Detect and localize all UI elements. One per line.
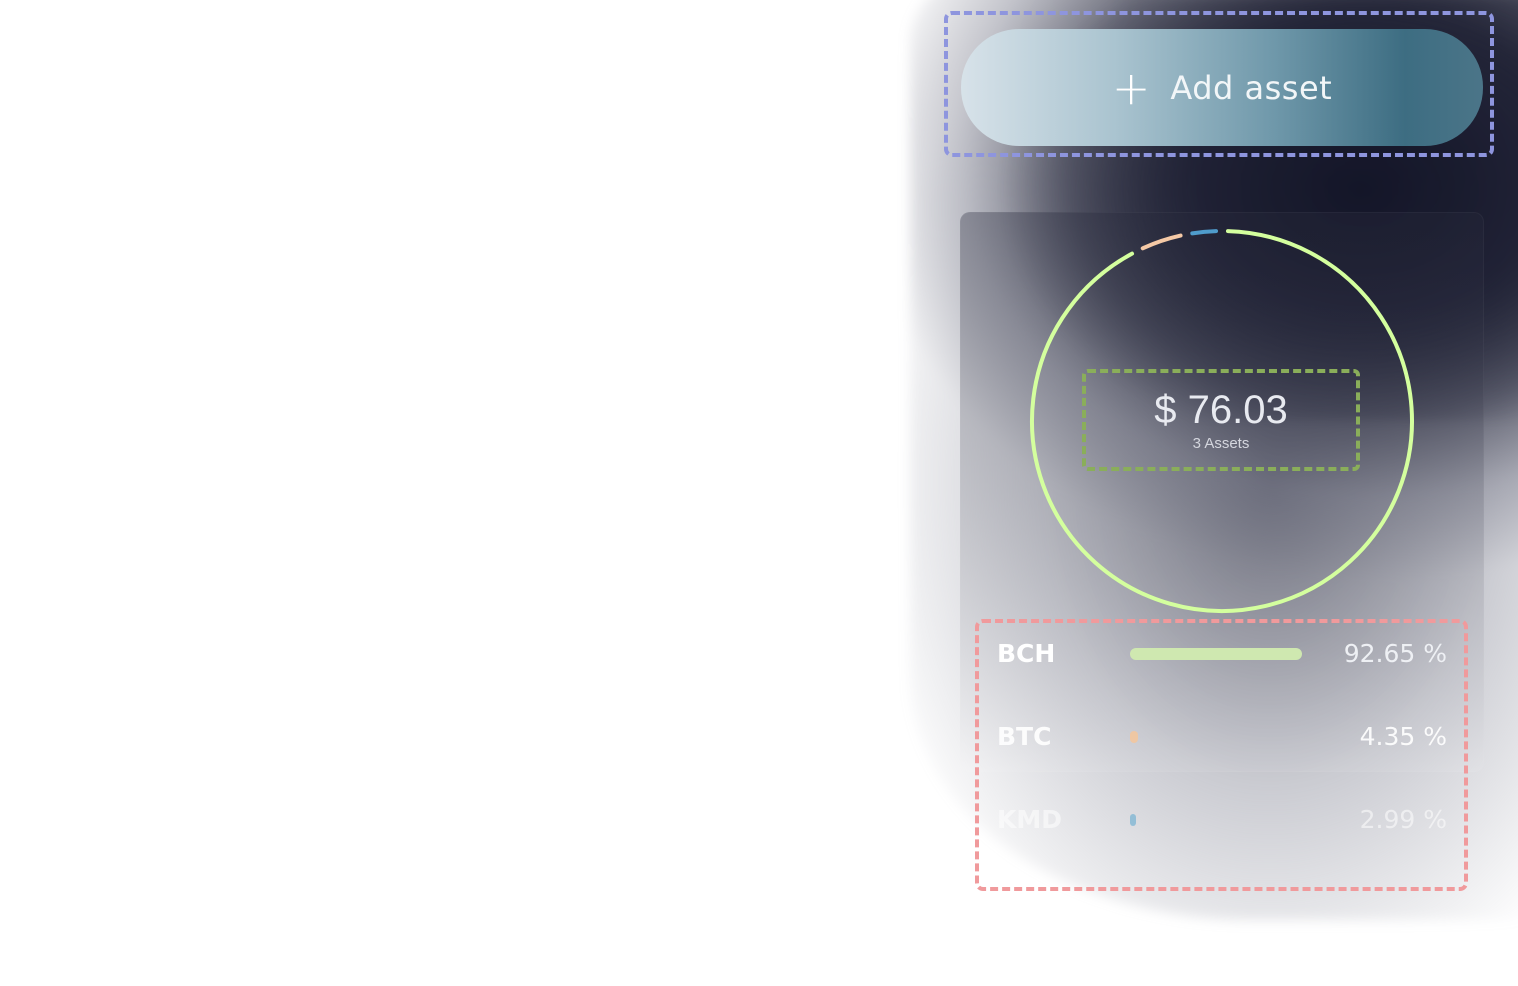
allocation-bar	[1130, 648, 1302, 660]
asset-percent: 2.99 %	[1359, 805, 1447, 834]
asset-row[interactable]: KMD 2.99 %	[997, 800, 1447, 840]
plus-icon: +	[1111, 60, 1151, 115]
asset-percent: 4.35 %	[1359, 722, 1447, 751]
total-balance: $ 76.03	[1154, 388, 1288, 432]
asset-percent: 92.65 %	[1343, 639, 1447, 668]
asset-count: 3 Assets	[1192, 435, 1250, 452]
asset-symbol: BTC	[997, 722, 1052, 751]
add-asset-label: Add asset	[1170, 68, 1333, 107]
allocation-bar	[1130, 814, 1136, 826]
add-asset-button[interactable]: + Add asset	[961, 29, 1483, 146]
ring-segment-btc	[1140, 233, 1183, 251]
ring-segment-kmd	[1190, 229, 1219, 236]
asset-row[interactable]: BCH 92.65 %	[997, 634, 1447, 674]
wallet-portfolio-panel: + Add asset $ 76.03 3 Assets BCH 92.65 %…	[0, 0, 1518, 986]
asset-symbol: BCH	[997, 639, 1056, 668]
allocation-bar	[1130, 731, 1139, 743]
portfolio-total: $ 76.03 3 Assets	[1082, 369, 1360, 471]
asset-symbol: KMD	[997, 805, 1063, 834]
asset-row[interactable]: BTC 4.35 %	[997, 717, 1447, 757]
